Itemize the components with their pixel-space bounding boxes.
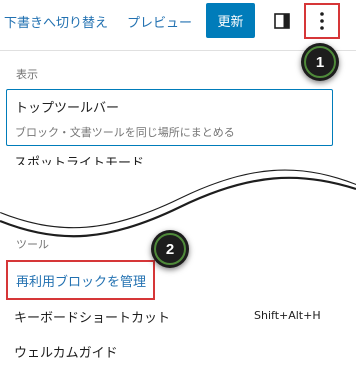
update-button[interactable]: 更新 [206, 3, 255, 38]
keyboard-shortcuts-shortcut: Shift+Alt+H [254, 309, 321, 322]
menu-item-manage-reusable-blocks[interactable]: 再利用ブロックを管理 [6, 260, 155, 300]
manage-reusable-blocks-label: 再利用ブロックを管理 [16, 274, 147, 290]
callout-number-2: 2 [154, 233, 186, 265]
callout-marker-1: 1 [301, 43, 339, 81]
preview-button[interactable]: プレビュー [127, 12, 192, 31]
sidebar-toggle-icon [274, 13, 290, 29]
view-section-title: 表示 [16, 68, 38, 81]
menu-item-keyboard-shortcuts[interactable]: キーボードショートカット [14, 307, 170, 326]
callout-marker-2: 2 [151, 230, 189, 268]
top-toolbar-description: ブロック・文書ツールを同じ場所にまとめる [15, 126, 235, 139]
callout-number-1: 1 [304, 46, 336, 78]
tools-section-title: ツール [16, 238, 49, 251]
more-options-button[interactable] [304, 3, 340, 39]
menu-item-welcome-guide[interactable]: ウェルカムガイド [14, 342, 118, 361]
update-button-label: 更新 [217, 15, 244, 30]
menu-item-top-toolbar[interactable]: トップツールバー ブロック・文書ツールを同じ場所にまとめる [6, 89, 333, 146]
sidebar-toggle-button[interactable] [271, 10, 293, 32]
switch-to-draft-button[interactable]: 下書きへ切り替え [4, 12, 108, 31]
toolbar-divider [0, 50, 356, 51]
editor-toolbar: 下書きへ切り替え プレビュー 更新 [0, 0, 356, 44]
top-toolbar-label: トップツールバー [15, 101, 120, 116]
vertical-ellipsis-icon [320, 12, 324, 30]
